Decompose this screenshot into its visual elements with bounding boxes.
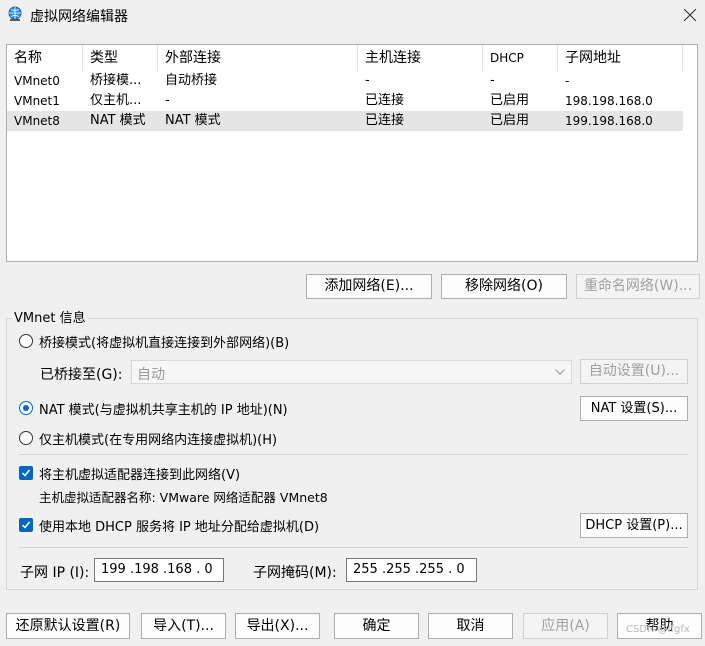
auto-settings-button[interactable]: 自动设置(U)... bbox=[580, 359, 688, 384]
network-list[interactable]: 名称 类型 外部连接 主机连接 DHCP 子网地址 VMnet0 桥接模... … bbox=[6, 44, 698, 262]
bridged-to-label: 已桥接至(G): bbox=[40, 367, 123, 383]
adapter-name-label: 主机虚拟适配器名称: VMware 网络适配器 VMnet8 bbox=[39, 490, 328, 505]
table-cell: 已连接 bbox=[365, 93, 405, 108]
rename-network-button[interactable]: 重命名网络(W)... bbox=[576, 274, 700, 299]
table-cell: 198.198.168.0 bbox=[565, 94, 653, 108]
dhcp-checkbox[interactable] bbox=[19, 518, 33, 532]
import-button[interactable]: 导入(T)... bbox=[141, 613, 226, 639]
apply-button[interactable]: 应用(A) bbox=[523, 613, 608, 639]
table-cell: 仅主机... bbox=[90, 93, 142, 108]
table-cell: NAT 模式 bbox=[90, 113, 146, 128]
close-button[interactable] bbox=[676, 2, 704, 28]
table-cell: - bbox=[365, 73, 370, 88]
table-cell: VMnet0 bbox=[14, 74, 60, 88]
column-header-host[interactable]: 主机连接 bbox=[358, 45, 483, 71]
dhcp-label[interactable]: 使用本地 DHCP 服务将 IP 地址分配给虚拟机(D) bbox=[39, 516, 319, 535]
add-network-button[interactable]: 添加网络(E)... bbox=[306, 274, 432, 299]
export-button[interactable]: 导出(X)... bbox=[235, 613, 320, 639]
dhcp-settings-button[interactable]: DHCP 设置(P)... bbox=[580, 513, 688, 538]
window-title: 虚拟网络编辑器 bbox=[30, 9, 128, 25]
globe-network-icon bbox=[7, 6, 23, 22]
table-cell: - bbox=[165, 93, 170, 108]
column-header-dhcp[interactable]: DHCP bbox=[483, 45, 558, 71]
subnet-ip-label: 子网 IP (I): bbox=[20, 565, 90, 581]
hostonly-mode-radio[interactable] bbox=[19, 431, 33, 445]
checkmark-icon bbox=[21, 469, 31, 477]
vmnet-info-label: VMnet 信息 bbox=[12, 307, 88, 326]
bridged-to-select[interactable]: 自动 bbox=[131, 360, 572, 384]
table-cell: - bbox=[565, 74, 570, 88]
hostonly-mode-label[interactable]: 仅主机模式(在专用网络内连接虚拟机)(H) bbox=[39, 429, 277, 448]
bridged-mode-radio[interactable] bbox=[19, 334, 33, 348]
table-cell: 已连接 bbox=[365, 113, 405, 128]
connect-adapter-checkbox[interactable] bbox=[19, 466, 33, 480]
watermark: CSDN @lfgfx bbox=[626, 624, 690, 635]
table-row-vmnet1[interactable]: VMnet1 仅主机... - 已连接 已启用 198.198.168.0 bbox=[7, 91, 683, 111]
table-row-vmnet0[interactable]: VMnet0 桥接模... 自动桥接 - - - bbox=[7, 71, 683, 91]
nat-mode-radio[interactable] bbox=[19, 401, 33, 415]
column-header-subnet[interactable]: 子网地址 bbox=[558, 45, 683, 71]
remove-network-button[interactable]: 移除网络(O) bbox=[441, 274, 567, 299]
column-header-name[interactable]: 名称 bbox=[7, 45, 83, 71]
table-cell: - bbox=[490, 73, 495, 88]
table-cell: 桥接模... bbox=[90, 73, 142, 88]
column-header-type[interactable]: 类型 bbox=[83, 45, 158, 71]
table-cell: 已启用 bbox=[490, 93, 530, 108]
checkmark-icon bbox=[21, 521, 31, 529]
table-cell: VMnet8 bbox=[14, 114, 60, 128]
subnet-ip-input[interactable]: 199 .198 .168 . 0 bbox=[94, 558, 224, 582]
close-icon bbox=[684, 9, 696, 21]
table-cell: 199.198.168.0 bbox=[565, 114, 653, 128]
ok-button[interactable]: 确定 bbox=[334, 613, 419, 639]
divider bbox=[19, 454, 688, 455]
bridged-to-value: 自动 bbox=[137, 367, 165, 383]
restore-defaults-button[interactable]: 还原默认设置(R) bbox=[6, 613, 130, 639]
cancel-button[interactable]: 取消 bbox=[428, 613, 513, 639]
column-header-external[interactable]: 外部连接 bbox=[158, 45, 358, 71]
bridged-mode-label[interactable]: 桥接模式(将虚拟机直接连接到外部网络)(B) bbox=[39, 332, 289, 351]
chevron-down-icon bbox=[555, 369, 565, 375]
nat-mode-label[interactable]: NAT 模式(与虚拟机共享主机的 IP 地址)(N) bbox=[39, 399, 288, 418]
table-cell: 已启用 bbox=[490, 113, 530, 128]
table-cell: 自动桥接 bbox=[165, 73, 218, 88]
nat-settings-button[interactable]: NAT 设置(S)... bbox=[580, 396, 688, 421]
subnet-mask-input[interactable]: 255 .255 .255 . 0 bbox=[346, 558, 477, 582]
table-row-vmnet8[interactable]: VMnet8 NAT 模式 NAT 模式 已连接 已启用 199.198.168… bbox=[7, 111, 683, 131]
subnet-mask-label: 子网掩码(M): bbox=[253, 565, 337, 581]
table-cell: VMnet1 bbox=[14, 94, 60, 108]
table-cell: NAT 模式 bbox=[165, 113, 221, 128]
divider bbox=[19, 547, 688, 548]
connect-adapter-label[interactable]: 将主机虚拟适配器连接到此网络(V) bbox=[39, 464, 240, 483]
